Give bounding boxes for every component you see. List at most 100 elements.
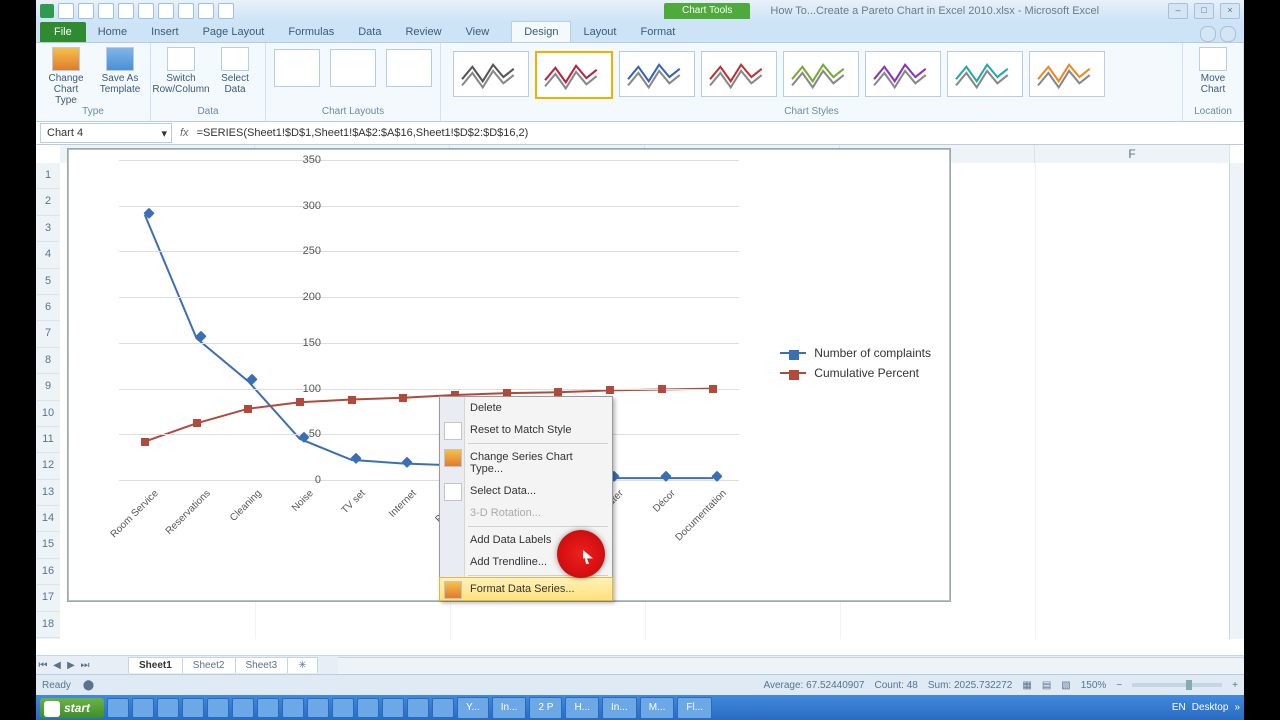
restore-button[interactable]: □	[1194, 3, 1214, 19]
quick-launch-word-icon[interactable]	[232, 698, 254, 718]
move-chart-button[interactable]: Move Chart	[1189, 47, 1237, 95]
data-point[interactable]	[193, 419, 201, 427]
help-icon[interactable]	[1220, 26, 1236, 42]
tab-format[interactable]: Format	[628, 22, 687, 42]
sheet-nav-first[interactable]: ⏮	[36, 660, 50, 671]
tab-data[interactable]: Data	[346, 22, 393, 42]
taskbar-task-4[interactable]: In...	[602, 697, 637, 719]
tab-design[interactable]: Design	[511, 21, 571, 42]
chart-object[interactable]: Room ServiceReservationsCleaningNoiseTV …	[68, 149, 950, 601]
row-header-12[interactable]: 12	[36, 453, 60, 479]
horizontal-scrollbar[interactable]	[338, 657, 1244, 674]
quick-launch-show-desktop-icon[interactable]	[107, 698, 129, 718]
vertical-scrollbar[interactable]	[1229, 163, 1244, 639]
sheet-nav-next[interactable]: ▶	[64, 660, 78, 671]
row-header-16[interactable]: 16	[36, 559, 60, 585]
ctx-change-series-chart-type[interactable]: Change Series Chart Type...	[440, 446, 612, 480]
qat-preview-icon[interactable]	[178, 3, 194, 19]
qat-new-icon[interactable]	[118, 3, 134, 19]
quick-launch-notes-icon[interactable]	[282, 698, 304, 718]
qat-print-icon[interactable]	[158, 3, 174, 19]
qat-undo-icon[interactable]	[78, 3, 94, 19]
sheet-tab-3[interactable]: Sheet3	[235, 657, 289, 673]
tab-view[interactable]: View	[454, 22, 502, 42]
chart-style-5[interactable]	[783, 51, 859, 97]
chart-layout-1[interactable]	[274, 49, 320, 87]
row-header-1[interactable]: 1	[36, 163, 60, 189]
row-header-17[interactable]: 17	[36, 585, 60, 611]
row-header-6[interactable]: 6	[36, 295, 60, 321]
quick-launch-media-icon[interactable]	[357, 698, 379, 718]
taskbar-task-2[interactable]: 2 P	[529, 697, 562, 719]
data-point[interactable]	[296, 398, 304, 406]
row-header-5[interactable]: 5	[36, 269, 60, 295]
start-button[interactable]: start	[40, 698, 104, 718]
row-header-2[interactable]: 2	[36, 189, 60, 215]
select-data-button[interactable]: Select Data	[211, 47, 259, 95]
data-point[interactable]	[244, 405, 252, 413]
legend-item-cumulative[interactable]: Cumulative Percent	[780, 366, 931, 380]
quick-launch-camtasia-icon[interactable]	[382, 698, 404, 718]
chart-style-4[interactable]	[701, 51, 777, 97]
zoom-out-button[interactable]: −	[1116, 680, 1122, 691]
tab-page-layout[interactable]: Page Layout	[191, 22, 277, 42]
name-box[interactable]: Chart 4▾	[40, 123, 172, 143]
legend-item-complaints[interactable]: Number of complaints	[780, 346, 931, 360]
minimize-button[interactable]: –	[1168, 3, 1188, 19]
taskbar-task-1[interactable]: In...	[492, 697, 527, 719]
row-header-8[interactable]: 8	[36, 348, 60, 374]
view-normal-icon[interactable]: ▦	[1022, 680, 1031, 691]
row-header-15[interactable]: 15	[36, 532, 60, 558]
data-point[interactable]	[606, 386, 614, 394]
ctx-select-data[interactable]: Select Data...	[440, 480, 612, 502]
view-break-icon[interactable]: ▧	[1061, 680, 1070, 691]
tab-layout[interactable]: Layout	[571, 22, 628, 42]
qat-quickprint-icon[interactable]	[198, 3, 214, 19]
chart-legend[interactable]: Number of complaints Cumulative Percent	[780, 340, 931, 386]
data-point[interactable]	[141, 438, 149, 446]
row-header-14[interactable]: 14	[36, 506, 60, 532]
tab-formulas[interactable]: Formulas	[276, 22, 346, 42]
data-point[interactable]	[348, 396, 356, 404]
row-header-13[interactable]: 13	[36, 480, 60, 506]
chart-layout-2[interactable]	[330, 49, 376, 87]
taskbar-task-6[interactable]: Fl...	[677, 697, 712, 719]
tab-file[interactable]: File	[40, 22, 86, 42]
tab-review[interactable]: Review	[393, 22, 453, 42]
formula-input[interactable]: =SERIES(Sheet1!$D$1,Sheet1!$A$2:$A$16,Sh…	[197, 127, 1244, 139]
qat-more-icon[interactable]	[218, 3, 234, 19]
chart-style-2[interactable]	[535, 51, 613, 99]
plot-area[interactable]	[119, 160, 739, 480]
ctx-reset-match-style[interactable]: Reset to Match Style	[440, 419, 612, 441]
quick-launch-more-icon[interactable]	[432, 698, 454, 718]
taskbar-task-0[interactable]: Y...	[457, 697, 489, 719]
ctx-format-data-series[interactable]: Format Data Series...	[439, 577, 613, 601]
quick-launch-outlook-icon[interactable]	[157, 698, 179, 718]
data-point[interactable]	[709, 385, 717, 393]
sheet-tab-1[interactable]: Sheet1	[128, 657, 183, 673]
chart-layout-3[interactable]	[386, 49, 432, 87]
zoom-level[interactable]: 150%	[1081, 680, 1107, 691]
close-button[interactable]: ×	[1220, 3, 1240, 19]
macro-record-icon[interactable]: ⬤	[83, 680, 94, 691]
quick-launch-folder-icon[interactable]	[257, 698, 279, 718]
sheet-nav-prev[interactable]: ◀	[50, 660, 64, 671]
quick-launch-ie-icon[interactable]	[132, 698, 154, 718]
taskbar-task-3[interactable]: H...	[565, 697, 599, 719]
qat-save-icon[interactable]	[58, 3, 74, 19]
tray-more-icon[interactable]: »	[1234, 702, 1240, 713]
qat-redo-icon[interactable]	[98, 3, 114, 19]
tray-desktop[interactable]: Desktop	[1192, 702, 1229, 713]
ribbon-minimize-icon[interactable]	[1200, 26, 1216, 42]
chart-style-3[interactable]	[619, 51, 695, 97]
sheet-tab-new[interactable]: ✳	[287, 657, 317, 673]
taskbar-task-5[interactable]: M...	[640, 697, 675, 719]
tray-lang[interactable]: EN	[1172, 702, 1186, 713]
view-layout-icon[interactable]: ▤	[1042, 680, 1051, 691]
row-header-7[interactable]: 7	[36, 321, 60, 347]
chart-style-6[interactable]	[865, 51, 941, 97]
fx-icon[interactable]: fx	[180, 127, 189, 139]
change-chart-type-button[interactable]: Change Chart Type	[42, 47, 90, 106]
sheet-nav-last[interactable]: ⏭	[78, 660, 92, 671]
col-header-F[interactable]: F	[1035, 145, 1230, 163]
